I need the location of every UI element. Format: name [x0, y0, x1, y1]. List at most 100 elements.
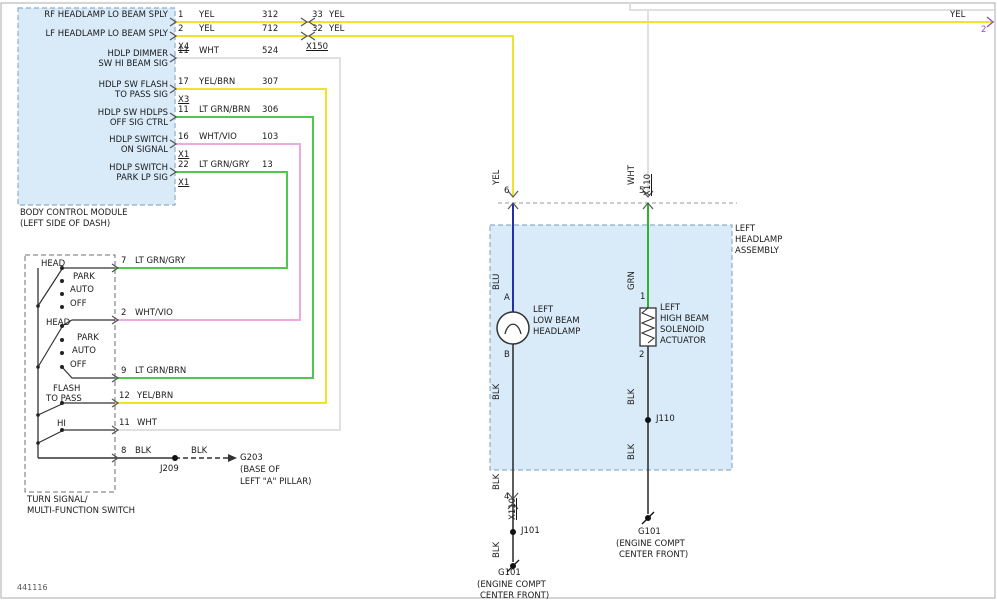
bcm-row2-label: LF HEADLAMP LO BEAM SPLY [20, 29, 168, 39]
x150-pin: 33 [312, 10, 323, 20]
circuit-number: 306 [262, 105, 278, 115]
circuit-number: 103 [262, 132, 278, 142]
wire-name: LT GRN/BRN [199, 105, 250, 115]
bcm-pin: 17 [178, 77, 189, 87]
circuit-number: 712 [262, 24, 278, 34]
connector-id-x110: X110 [644, 174, 653, 196]
bcm-row4-label1: HDLP SW FLASH [20, 80, 168, 90]
connector-id-x1b: X1 [178, 178, 189, 188]
switch-pos-off: OFF [70, 299, 86, 309]
wire-name: YEL/BRN [199, 77, 235, 87]
switch-pos-hi: HI [57, 419, 66, 429]
bcm-row3-label2: SW HI BEAM SIG [20, 59, 168, 69]
ground-label-g101: G101 [498, 568, 521, 578]
bcm-pin: 22 [178, 160, 189, 170]
bcm-location: (LEFT SIDE OF DASH) [20, 219, 110, 229]
ground-location: (ENGINE COMPT [616, 539, 685, 549]
wire-name: WHT/VIO [135, 308, 173, 318]
wire-name: LT GRN/GRY [135, 256, 185, 266]
lowbeam-name: LEFT [533, 305, 553, 315]
wire-name: YEL/BRN [137, 391, 173, 401]
wiring-diagram: RF HEADLAMP LO BEAM SPLY LF HEADLAMP LO … [0, 0, 997, 601]
switch-pin: 9 [121, 366, 126, 376]
highbeam-name: LEFT [660, 303, 680, 313]
connector-pin: 6 [504, 186, 509, 196]
wire-name-vertical: GRN [628, 271, 637, 290]
bcm-row4-label2: TO PASS SIG [20, 90, 168, 100]
wire-name-vertical: BLK [628, 389, 637, 405]
wire-name: WHT/VIO [199, 132, 237, 142]
splice-label-j209: J209 [160, 464, 179, 474]
low-beam-bulb-icon [497, 312, 529, 344]
switch-pos-auto: AUTO [72, 346, 96, 356]
lowbeam-name: HEADLAMP [533, 327, 580, 337]
switch-name: TURN SIGNAL/ [27, 495, 88, 505]
wire-name-vertical: BLK [493, 542, 502, 558]
circuit-number: 307 [262, 77, 278, 87]
terminal-id: 1 [640, 292, 645, 302]
wire-name: LT GRN/GRY [199, 160, 249, 170]
circuit-number: 524 [262, 46, 278, 56]
terminal-id: 2 [639, 350, 644, 360]
wire-name-vertical: BLK [493, 384, 502, 400]
bcm-pin: 16 [178, 132, 189, 142]
ground-label-g203: G203 [240, 453, 263, 463]
splice-j209 [172, 455, 178, 461]
bcm-row5-label2: OFF SIG CTRL [20, 118, 168, 128]
wire-name: LT GRN/BRN [135, 366, 186, 376]
x150-pin: 32 [312, 24, 323, 34]
connector-id-x110: X110 [509, 498, 518, 520]
bcm-pin: 11 [178, 105, 189, 115]
switch-pos-flash2: TO PASS [46, 394, 82, 404]
ground-location: LEFT "A" PILLAR) [240, 477, 311, 487]
highbeam-name: ACTUATOR [660, 336, 706, 346]
bcm-row7-label2: PARK LP SIG [20, 173, 168, 183]
ground-label-g101: G101 [638, 527, 661, 537]
diagram-id: 441116 [17, 583, 48, 593]
wire-name: BLK [191, 446, 207, 456]
highbeam-name: HIGH BEAM [660, 314, 709, 324]
connector-id-x150: X150 [306, 42, 328, 52]
bcm-row5-label1: HDLP SW HDLPS [20, 108, 168, 118]
bcm-row6-label1: HDLP SWITCH [20, 135, 168, 145]
ground-location: (BASE OF [240, 465, 280, 475]
splice-label-j110: J110 [656, 414, 675, 424]
switch-pin: 7 [121, 256, 126, 266]
hla-name: LEFT [735, 224, 755, 234]
hla-name: ASSEMBLY [735, 246, 779, 256]
bcm-pin: 2 [178, 24, 183, 34]
wire-name: WHT [199, 46, 219, 56]
bcm-row3-label1: HDLP DIMMER [20, 49, 168, 59]
headlamp-assembly-box [490, 225, 732, 470]
wire-name-vertical: BLU [493, 274, 502, 290]
lowbeam-name: LOW BEAM [533, 316, 580, 326]
wire-name-vertical: BLK [493, 474, 502, 490]
circuit-number: 13 [262, 160, 273, 170]
wire-name-vertical: WHT [628, 165, 637, 185]
wire-name: YEL [950, 10, 965, 20]
switch-pos-park: PARK [77, 333, 99, 343]
switch-pos-auto: AUTO [70, 285, 94, 295]
wire-name: WHT [137, 418, 157, 428]
bcm-pin: 11 [178, 46, 189, 56]
switch-pos-off: OFF [70, 360, 86, 370]
switch-pin: 12 [119, 391, 130, 401]
circuit-number: 312 [262, 10, 278, 20]
wire-name: YEL [329, 10, 344, 20]
wire-name-vertical: YEL [493, 170, 502, 185]
switch-pin: 11 [119, 418, 130, 428]
splice-j110 [645, 417, 651, 423]
bcm-name: BODY CONTROL MODULE [20, 208, 127, 218]
hla-name: HEADLAMP [735, 235, 782, 245]
ground-location: CENTER FRONT) [480, 591, 549, 601]
switch-pin: 8 [121, 446, 126, 456]
connector-id-x1: X1 [178, 150, 189, 160]
wire-name: YEL [199, 24, 214, 34]
switch-pos-park: PARK [73, 272, 95, 282]
ground-location: (ENGINE COMPT [477, 580, 546, 590]
wire-name: BLK [135, 446, 151, 456]
switch-pos-flash: FLASH [53, 384, 80, 394]
bcm-row7-label1: HDLP SWITCH [20, 163, 168, 173]
highbeam-name: SOLENOID [660, 325, 704, 335]
connector-id-x3: X3 [178, 95, 189, 105]
